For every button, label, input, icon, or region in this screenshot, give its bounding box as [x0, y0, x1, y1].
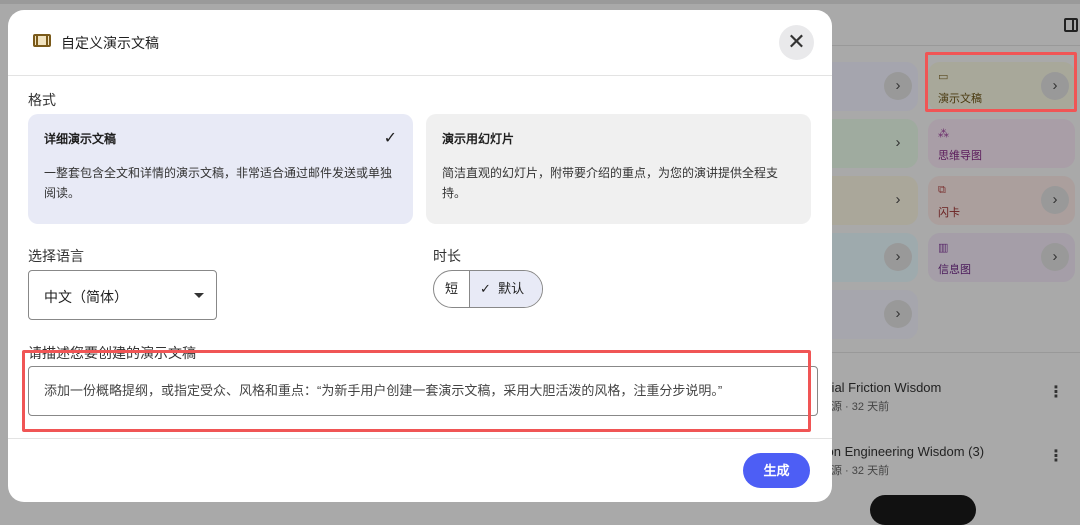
language-value: 中文（简体）	[44, 289, 128, 305]
chevron-right-icon[interactable]: ›	[884, 300, 912, 328]
format-desc: 一整套包含全文和详情的演示文稿，非常适合通过邮件发送或单独阅读。	[44, 166, 393, 200]
card-label: 闪卡	[938, 207, 960, 219]
list-item[interactable]: tion Engineering Wisdom (3) 来源 · 32 天前 ⋮	[820, 444, 1080, 484]
duration-default[interactable]: ✓ 默认	[470, 271, 542, 307]
note-title: tion Engineering Wisdom (3)	[820, 444, 985, 459]
panel-toggle-icon[interactable]	[1064, 18, 1078, 32]
dropdown-arrow-icon	[194, 293, 204, 298]
chevron-right-icon[interactable]: ›	[1041, 243, 1069, 271]
studio-card-flashcard[interactable]: ⧉ 闪卡 ›	[928, 176, 1075, 225]
studio-card-mindmap[interactable]: ⁂ 思维导图	[928, 119, 1075, 168]
highlight-box	[925, 52, 1077, 112]
check-icon: ✓	[480, 281, 491, 296]
dialog-title: 自定义演示文稿	[61, 35, 159, 51]
divider	[820, 352, 1080, 353]
chevron-right-icon[interactable]: ›	[884, 186, 912, 214]
duration-label: 时长	[433, 248, 461, 264]
studio-header-divider	[820, 45, 1080, 46]
add-note-button[interactable]	[870, 495, 976, 525]
footer-divider	[8, 438, 832, 439]
chevron-right-icon[interactable]: ›	[884, 129, 912, 157]
chevron-right-icon[interactable]: ›	[884, 243, 912, 271]
card-label: 思维导图	[938, 150, 982, 162]
format-desc: 简洁直观的幻灯片，附带要介绍的重点，为您的演讲提供全程支持。	[442, 166, 779, 200]
highlight-box	[22, 350, 811, 432]
card-label: 信息图	[938, 264, 971, 276]
flashcard-icon: ⧉	[938, 184, 946, 196]
format-title: 演示用幻灯片	[442, 132, 515, 146]
slides-icon	[33, 34, 51, 47]
check-icon: ✓	[383, 130, 397, 147]
close-button[interactable]: ✕	[779, 25, 814, 60]
mindmap-icon: ⁂	[938, 128, 949, 140]
format-title: 详细演示文稿	[44, 132, 117, 146]
duration-default-label: 默认	[498, 281, 525, 296]
chevron-right-icon[interactable]: ›	[1041, 186, 1069, 214]
generate-button[interactable]: 生成	[743, 453, 810, 488]
studio-card-infographic[interactable]: ▥ 信息图 ›	[928, 233, 1075, 282]
infographic-icon: ▥	[938, 242, 949, 254]
language-select[interactable]: 中文（简体）	[28, 270, 217, 320]
top-bar	[0, 0, 1080, 4]
dialog-header: 自定义演示文稿 ✕	[8, 10, 832, 76]
note-title: erial Friction Wisdom	[820, 380, 942, 395]
format-option-detailed[interactable]: 详细演示文稿 一整套包含全文和详情的演示文稿，非常适合通过邮件发送或单独阅读。 …	[28, 114, 413, 224]
more-vert-icon[interactable]: ⋮	[1048, 446, 1064, 466]
duration-toggle: 短 ✓ 默认	[433, 270, 543, 308]
format-option-presenter[interactable]: 演示用幻灯片 简洁直观的幻灯片，附带要介绍的重点，为您的演讲提供全程支持。	[426, 114, 811, 224]
format-label: 格式	[28, 92, 56, 108]
duration-short[interactable]: 短	[434, 271, 470, 307]
language-label: 选择语言	[28, 248, 84, 264]
list-item[interactable]: erial Friction Wisdom 来源 · 32 天前 ⋮	[820, 380, 1080, 420]
chevron-right-icon[interactable]: ›	[884, 72, 912, 100]
more-vert-icon[interactable]: ⋮	[1048, 382, 1064, 402]
